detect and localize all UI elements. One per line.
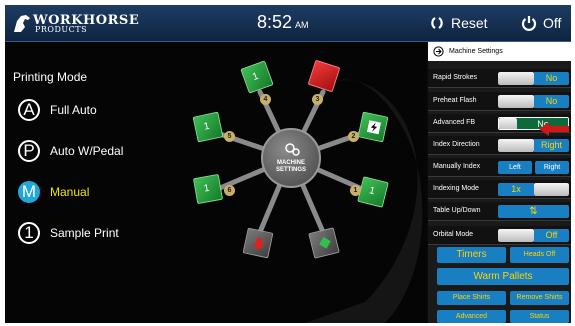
horse-icon [14,15,30,32]
pallet-number: 1 [251,70,261,84]
station-badge: 5 [224,131,235,142]
setting-manually-index: Manually Index Left Right [428,158,571,177]
load-icon [319,236,331,249]
setting-label: Orbital Mode [433,231,474,238]
pallet-station-2[interactable] [357,111,389,143]
setting-orbital-mode: Orbital Mode Off [428,226,571,245]
toggle-value: No [534,95,569,108]
hub-label: MACHINE SETTINGS [263,160,319,174]
reset-button[interactable]: Reset [429,11,488,35]
pallet-number: 1 [202,120,211,133]
indexing-mode-selector[interactable]: 1x [498,183,569,196]
orbital-mode-toggle[interactable]: Off [498,229,569,242]
reset-icon [431,17,443,29]
toggle-knob [499,118,517,129]
pallet-station-5[interactable]: 1 [192,111,224,143]
off-button[interactable]: Off [521,11,561,35]
manual-index-buttons: Left Right [498,161,569,174]
index-right-button[interactable]: Right [535,161,569,174]
toggle-knob [498,139,534,152]
clock: 8:52 AM [257,12,309,33]
place-shirts-button[interactable]: Place Shirts [437,291,506,305]
setting-label: Rapid Strokes [433,74,477,81]
toggle-knob [498,95,534,108]
rapid-strokes-toggle[interactable]: No [498,72,569,85]
brand-logo: WORKHORSE PRODUCTS [11,10,141,36]
power-icon [521,16,537,31]
gears-icon [285,143,300,156]
toggle-value: Right [534,139,569,152]
setting-label: Index Direction [433,141,480,148]
toggle-knob [498,72,534,85]
hub-line1: MACHINE [277,160,305,166]
setting-label: Advanced FB [433,119,476,126]
warm-pallets-button[interactable]: Warm Pallets [437,268,569,285]
selector-knob [534,183,569,196]
pallet-station-6[interactable]: 1 [192,173,224,205]
station-badge: 4 [260,94,271,105]
table-up-down-control: ⇅ [498,205,569,218]
setting-indexing-mode: Indexing Mode 1x [428,180,571,199]
flash-icon [366,120,382,135]
clock-time: 8:52 [257,12,293,32]
station-badge: 2 [348,131,359,142]
status-button[interactable]: Status [510,310,569,323]
logo-subtitle: PRODUCTS [35,25,88,34]
pallet-number: 1 [203,182,211,195]
pallet-number: 1 [367,185,376,198]
remove-shirts-button[interactable]: Remove Shirts [510,291,569,305]
screen: WORKHORSE PRODUCTS 8:52 AM Reset Off Prin… [5,5,571,323]
hub-line2: SETTINGS [275,167,306,173]
pallet-bottom-left[interactable] [242,227,274,259]
top-bar: WORKHORSE PRODUCTS 8:52 AM Reset Off [5,5,571,42]
pointer-arrow-icon [539,122,569,136]
machine-settings-header[interactable]: Machine Settings [428,42,571,61]
unload-icon [252,237,265,251]
reset-label: Reset [451,15,488,31]
station-badge: 1 [350,185,361,196]
off-label: Off [543,15,562,31]
clock-ampm: AM [295,20,309,30]
toggle-value: No [534,72,569,85]
index-left-button[interactable]: Left [498,161,532,174]
left-panel: Printing Mode A Full Auto P Auto W/Pedal… [5,42,427,323]
timers-button[interactable]: Timers [437,247,506,263]
setting-table-up-down: Table Up/Down ⇅ [428,202,571,221]
machine-settings-title: Machine Settings [449,48,503,55]
setting-label: Manually Index [433,163,481,170]
machine-settings-panel: Machine Settings Rapid Strokes No Prehea… [428,42,571,323]
toggle-knob [498,229,534,242]
station-badge: 3 [312,94,323,105]
setting-label: Indexing Mode [433,185,479,192]
preheat-flash-toggle[interactable]: No [498,95,569,108]
table-up-down-button[interactable]: ⇅ [498,205,569,218]
index-direction-toggle[interactable]: Right [498,139,569,152]
setting-preheat-flash: Preheat Flash No [428,92,571,111]
toggle-value: Off [534,229,569,242]
back-icon [433,46,444,57]
indexing-mode-value: 1x [498,183,534,196]
station-badge: 6 [224,185,235,196]
setting-label: Preheat Flash [433,97,477,104]
heads-off-button[interactable]: Heads Off [510,247,569,263]
setting-rapid-strokes: Rapid Strokes No [428,69,571,88]
setting-label: Table Up/Down [433,207,481,214]
advanced-button[interactable]: Advanced [437,310,506,323]
machine-settings-hub[interactable]: MACHINE SETTINGS [261,128,321,188]
setting-index-direction: Index Direction Right [428,136,571,155]
